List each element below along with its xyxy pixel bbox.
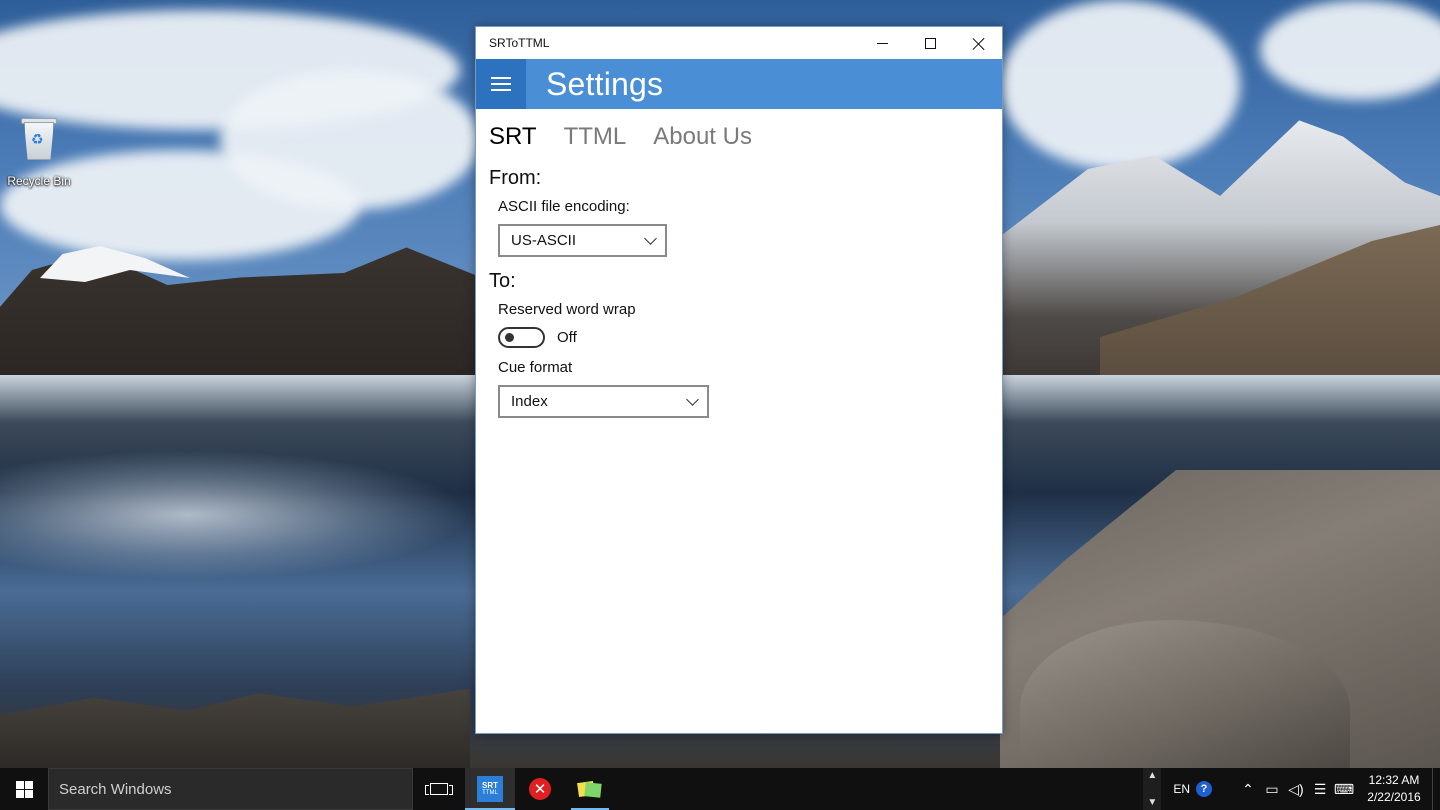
help-icon[interactable]: ? [1196, 781, 1212, 797]
clock-time: 12:32 AM [1368, 773, 1420, 787]
cue-format-field: Cue format Index [489, 359, 1002, 418]
wallpaper-cloud [220, 70, 480, 210]
taskbar-scroll-buttons[interactable]: ▲ ▼ [1143, 768, 1162, 810]
hamburger-icon [491, 77, 511, 79]
word-wrap-toggle[interactable] [498, 327, 545, 348]
wallpaper-cloud [1000, 0, 1240, 170]
page-title: Settings [546, 65, 664, 102]
tab-ttml[interactable]: TTML [564, 123, 627, 151]
error-app-icon: ✕ [529, 778, 551, 800]
chevron-down-icon [686, 392, 699, 406]
word-wrap-row: Off [498, 327, 1002, 348]
encoding-label: ASCII file encoding: [498, 198, 630, 215]
word-wrap-field: Reserved word wrap Off [489, 301, 1002, 348]
chevron-down-icon[interactable]: ▼ [1147, 797, 1157, 808]
close-icon [972, 37, 985, 50]
clock[interactable]: 12:32 AM 2/22/2016 [1360, 772, 1428, 806]
word-wrap-state: Off [557, 329, 577, 346]
sticky-notes-icon [577, 780, 602, 798]
toggle-knob [505, 333, 514, 342]
settings-content: From: ASCII file encoding: US-ASCII To: … [476, 167, 1002, 418]
start-button[interactable] [0, 768, 48, 810]
network-icon[interactable]: ▭ [1260, 781, 1284, 798]
from-heading: From: [489, 167, 542, 189]
wallpaper-reflection [0, 450, 470, 580]
show-desktop-button[interactable] [1432, 768, 1440, 810]
cue-format-dropdown[interactable]: Index [498, 385, 709, 418]
cue-format-label: Cue format [498, 359, 573, 376]
app-window: SRToTTML Settings SRT TTML About Us From… [475, 26, 1003, 734]
hamburger-icon [491, 83, 511, 85]
srt-app-icon: SRT TTML [477, 776, 503, 802]
clock-date: 2/22/2016 [1367, 790, 1421, 804]
taskbar-app-srttottml[interactable]: SRT TTML [465, 768, 515, 810]
title-bar[interactable]: SRToTTML [476, 27, 1002, 59]
chevron-up-icon[interactable]: ▲ [1147, 770, 1157, 781]
desktop-icon-label: Recycle Bin [7, 174, 71, 188]
encoding-dropdown[interactable]: US-ASCII [498, 224, 667, 257]
desktop-icon-recycle-bin[interactable]: ♻ Recycle Bin [6, 116, 72, 188]
close-button[interactable] [954, 27, 1002, 59]
window-title: SRToTTML [489, 36, 550, 50]
to-heading: To: [489, 270, 516, 292]
tab-srt[interactable]: SRT [489, 123, 537, 151]
task-view-icon [425, 783, 453, 795]
keyboard-icon[interactable]: ⌨ [1332, 781, 1356, 798]
ttml-icon-label: TTML [482, 790, 498, 796]
pivot-tabs: SRT TTML About Us [476, 109, 1002, 165]
chevron-down-icon [644, 231, 657, 245]
hamburger-menu-button[interactable] [476, 59, 526, 109]
show-hidden-icons-icon[interactable]: ⌃ [1236, 781, 1260, 798]
taskbar-search-box[interactable]: Search Windows [48, 768, 413, 810]
taskbar-app-error[interactable]: ✕ [515, 768, 565, 810]
minimize-icon [876, 42, 888, 44]
system-tray: ▲ ▼ EN ? ⌃ ▭ ◁) ☰ ⌨ 12:32 AM 2/22/2016 [1143, 768, 1440, 810]
tab-about-us[interactable]: About Us [653, 123, 752, 151]
volume-icon[interactable]: ◁) [1284, 781, 1308, 798]
task-view-button[interactable] [415, 768, 463, 810]
srt-icon-label: SRT [482, 781, 498, 790]
app-header: Settings [476, 59, 1002, 109]
maximize-button[interactable] [906, 27, 954, 59]
action-center-icon[interactable]: ☰ [1308, 781, 1332, 798]
input-language-indicator[interactable]: EN [1173, 782, 1190, 796]
search-placeholder: Search Windows [59, 780, 172, 798]
taskbar-app-sticky-notes[interactable] [565, 768, 615, 810]
encoding-value: US-ASCII [511, 232, 577, 249]
minimize-button[interactable] [858, 27, 906, 59]
maximize-icon [924, 37, 936, 49]
windows-logo-icon [15, 780, 33, 798]
hamburger-icon [491, 89, 511, 91]
cue-format-value: Index [511, 393, 548, 410]
encoding-field: ASCII file encoding: US-ASCII [489, 198, 1002, 257]
taskbar: Search Windows SRT TTML ✕ ▲ ▼ EN ? ⌃ ▭ ◁… [0, 768, 1440, 810]
word-wrap-label: Reserved word wrap [498, 301, 636, 318]
recycle-bin-icon: ♻ [21, 116, 57, 160]
